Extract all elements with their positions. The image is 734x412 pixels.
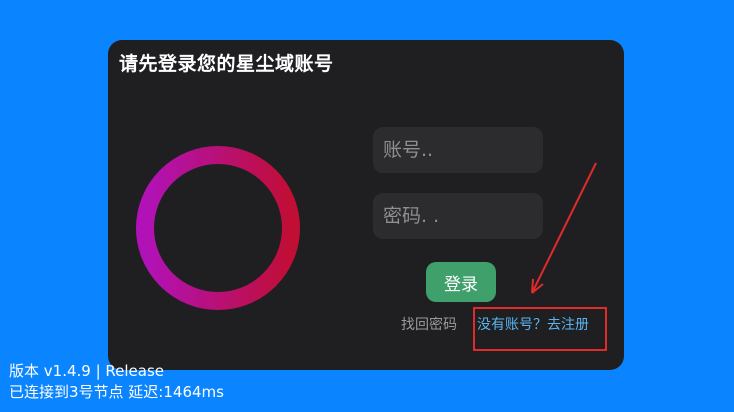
version-info: 版本 v1.4.9 | Release: [9, 362, 165, 380]
login-title: 请先登录您的星尘域账号: [119, 53, 334, 75]
forgot-password-link[interactable]: 找回密码: [401, 314, 457, 334]
connection-status: 已连接到3号节点 延迟:1464ms: [9, 383, 224, 401]
annotation-arrow: [531, 162, 597, 294]
account-input[interactable]: [373, 127, 543, 173]
loading-ring-icon: [136, 146, 300, 310]
login-button[interactable]: 登录: [426, 262, 496, 302]
annotation-highlight-box: [473, 307, 607, 351]
password-input[interactable]: [373, 193, 543, 239]
